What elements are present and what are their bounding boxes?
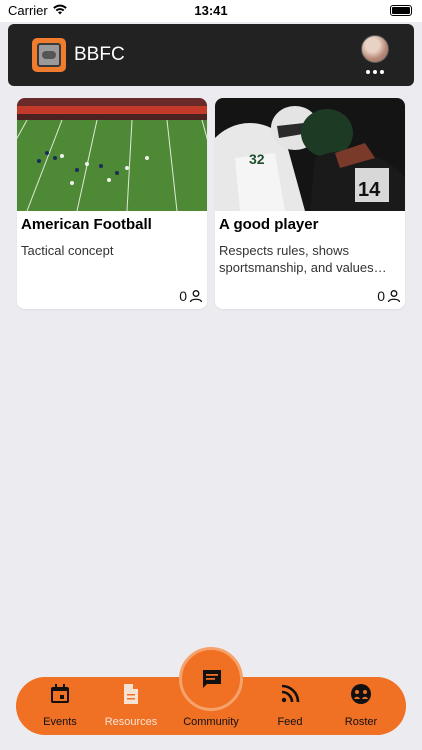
nav-roster-label: Roster [344,716,378,728]
person-icon [189,290,203,303]
svg-text:32: 32 [249,151,265,167]
card-title: American Football [21,216,152,233]
app-title: BBFC [74,44,125,65]
member-count: 0 [377,288,401,304]
nav-feed-label: Feed [277,716,303,728]
nav-feed[interactable]: Feed [254,682,326,732]
football-players-image: 32 14 [215,98,405,211]
nav-resources[interactable]: Resources [95,682,167,732]
person-icon [387,290,401,303]
card-title: A good player [219,216,319,233]
nav-community-label: Community [183,716,239,728]
member-count-value: 0 [179,288,187,304]
status-bar: Carrier 13:41 [0,0,422,22]
clock: 13:41 [194,3,228,18]
card-description: Tactical concept [21,243,114,258]
team-icon [351,684,371,704]
member-count: 0 [179,288,203,304]
community-card-a-good-player[interactable]: 32 14 A good player Respects rules, show… [215,98,405,309]
nav-events-label: Events [43,716,77,728]
svg-text:14: 14 [358,179,381,201]
community-card-american-football[interactable]: American Football Tactical concept 0 [17,98,207,309]
rss-icon [281,684,300,703]
nav-community[interactable] [179,647,243,711]
nav-resources-label: Resources [104,716,158,728]
app-header: BBFC [8,24,414,86]
nav-roster[interactable]: Roster [325,682,397,732]
document-icon [124,684,138,704]
calendar-icon [51,684,69,703]
user-avatar[interactable] [361,35,389,63]
card-description: Respects rules, shows sportsmanship, and… [219,243,374,275]
member-count-value: 0 [377,288,385,304]
battery-icon [390,5,412,16]
nav-events[interactable]: Events [24,682,96,732]
bulldog-logo-icon [32,38,66,72]
football-field-image [17,98,207,211]
more-dots-icon[interactable] [366,69,384,75]
chat-icon [203,670,221,688]
